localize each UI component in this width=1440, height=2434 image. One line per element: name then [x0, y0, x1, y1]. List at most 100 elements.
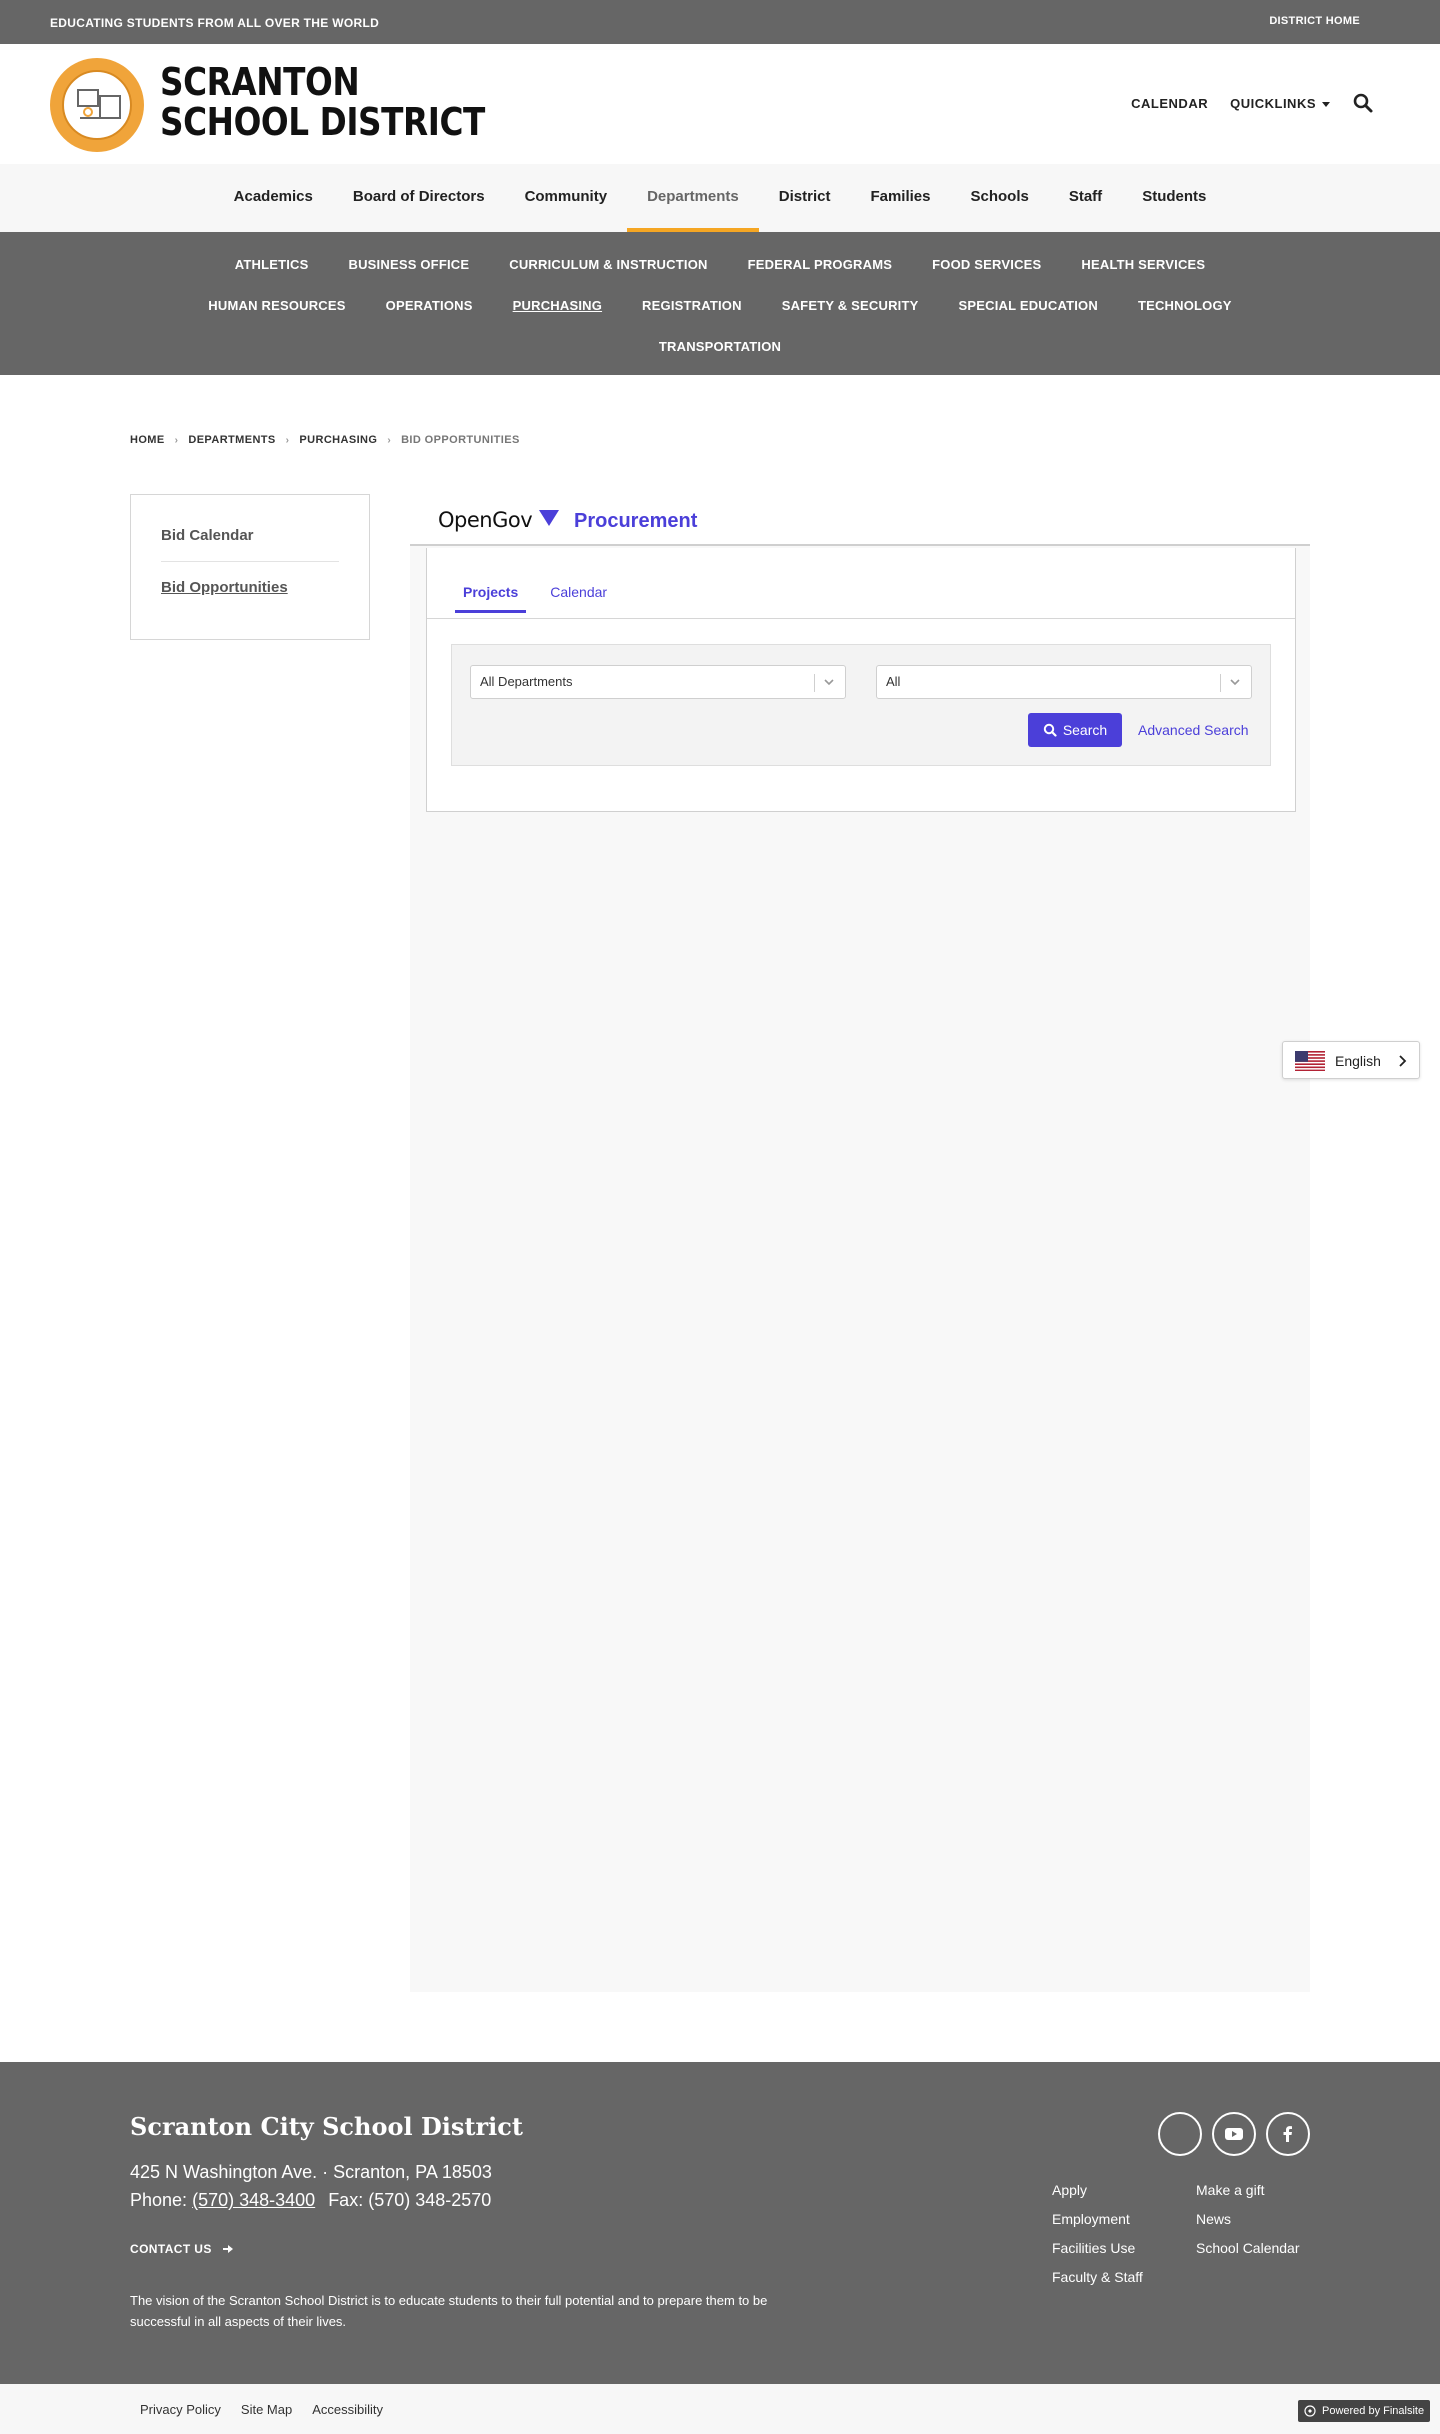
subnav-item-technology[interactable]: TECHNOLOGY: [1138, 285, 1232, 326]
contact-us-link[interactable]: CONTACT US: [130, 2242, 234, 2256]
nav-item-staff[interactable]: Staff: [1049, 164, 1122, 232]
breadcrumb-departments[interactable]: DEPARTMENTS: [188, 434, 275, 446]
powered-by-label: Powered by Finalsite: [1322, 2405, 1425, 2417]
tab-calendar[interactable]: Calendar: [542, 584, 615, 613]
tabs-divider: [427, 618, 1295, 619]
wordmark-line-2: SCHOOL DISTRICT: [160, 100, 485, 144]
facebook-link[interactable]: [1266, 2112, 1310, 2156]
chevron-down-icon: [824, 679, 834, 686]
footer-link-make-a-gift[interactable]: Make a gift: [1196, 2182, 1264, 2198]
calendar-link[interactable]: CALENDAR: [1131, 96, 1208, 111]
opengov-header: OpenGov Procurement: [410, 494, 1310, 546]
quicklinks-dropdown[interactable]: QUICKLINKS: [1230, 96, 1330, 111]
vision-statement: The vision of the Scranton School Distri…: [130, 2293, 768, 2329]
search-button-label: Search: [1062, 722, 1108, 738]
search-icon: [1043, 723, 1057, 737]
wordmark-line-1: SCRANTON: [160, 60, 360, 104]
breadcrumb-current: BID OPPORTUNITIES: [401, 434, 520, 446]
site-header: SCRANTON SCHOOL DISTRICT CALENDAR QUICKL…: [0, 44, 1440, 164]
chevron-right-icon: ›: [387, 434, 392, 446]
tab-projects[interactable]: Projects: [455, 584, 527, 613]
nav-item-academics[interactable]: Academics: [214, 164, 333, 232]
site-footer: Scranton City School District 425 N Wash…: [0, 2062, 1440, 2384]
subnav-item-athletics[interactable]: ATHLETICS: [235, 244, 309, 285]
powered-by-finalsite-badge[interactable]: Powered by Finalsite: [1298, 2400, 1430, 2422]
footer-links-column-2: Make a gift News School Calendar: [1196, 2182, 1300, 2269]
procurement-panel: Projects Calendar All Departments All Se…: [426, 548, 1296, 812]
subnav-item-special-education[interactable]: SPECIAL EDUCATION: [959, 285, 1098, 326]
chevron-right-icon: ›: [285, 434, 290, 446]
footer-district-name: Scranton City School District: [130, 2112, 523, 2141]
footer-links-column-1: Apply Employment Facilities Use Faculty …: [1052, 2182, 1143, 2298]
subnav-item-federal-programs[interactable]: FEDERAL PROGRAMS: [748, 244, 893, 285]
subnav-item-transportation[interactable]: TRANSPORTATION: [659, 326, 781, 367]
subnav-item-food-services[interactable]: FOOD SERVICES: [932, 244, 1041, 285]
phone-link[interactable]: (570) 348-3400: [192, 2190, 315, 2210]
search-icon[interactable]: [1352, 92, 1374, 114]
footer-link-faculty-staff[interactable]: Faculty & Staff: [1052, 2269, 1143, 2285]
youtube-link[interactable]: [1212, 2112, 1256, 2156]
subnav-item-health-services[interactable]: HEALTH SERVICES: [1081, 244, 1205, 285]
footer-address: 425 N Washington Ave. · Scranton, PA 185…: [130, 2162, 492, 2182]
section-sidebar: Bid Calendar Bid Opportunities: [130, 494, 370, 640]
sidebar-item-bid-calendar[interactable]: Bid Calendar: [161, 527, 254, 544]
nav-item-board-of-directors[interactable]: Board of Directors: [333, 164, 505, 232]
us-flag-icon: [1295, 1051, 1325, 1071]
nav-item-district[interactable]: District: [759, 164, 851, 232]
subnav-item-registration[interactable]: REGISTRATION: [642, 285, 742, 326]
breadcrumb-purchasing[interactable]: PURCHASING: [299, 434, 377, 446]
subnav-item-safety-security[interactable]: SAFETY & SECURITY: [782, 285, 919, 326]
footer-link-facilities-use[interactable]: Facilities Use: [1052, 2240, 1135, 2256]
nav-item-community[interactable]: Community: [505, 164, 628, 232]
select-separator: [1220, 674, 1221, 692]
footer-link-school-calendar[interactable]: School Calendar: [1196, 2240, 1300, 2256]
search-filters: All Departments All Search Advanced Sear…: [451, 644, 1271, 766]
footer-phone-fax: Phone: (570) 348-3400 Fax: (570) 348-257…: [130, 2190, 491, 2211]
footer-link-employment[interactable]: Employment: [1052, 2211, 1130, 2227]
subnav-item-business-office[interactable]: BUSINESS OFFICE: [349, 244, 470, 285]
district-seal-logo[interactable]: [50, 58, 144, 152]
fax-number: Fax: (570) 348-2570: [328, 2190, 492, 2210]
search-button[interactable]: Search: [1028, 713, 1122, 747]
breadcrumb-home[interactable]: HOME: [130, 434, 165, 446]
status-select[interactable]: All: [876, 665, 1252, 699]
subnav-item-purchasing[interactable]: PURCHASING: [513, 285, 602, 326]
district-home-link[interactable]: DISTRICT HOME: [1269, 15, 1360, 27]
arrow-right-icon: [222, 2245, 233, 2253]
quicklinks-label: QUICKLINKS: [1230, 96, 1316, 111]
subnav-item-human-resources[interactable]: HUMAN RESOURCES: [208, 285, 345, 326]
sidebar-item-bid-opportunities[interactable]: Bid Opportunities: [161, 579, 288, 596]
subnav-item-operations[interactable]: OPERATIONS: [386, 285, 473, 326]
advanced-search-link[interactable]: Advanced Search: [1138, 722, 1249, 738]
department-select[interactable]: All Departments: [470, 665, 846, 699]
accessibility-link[interactable]: Accessibility: [312, 2402, 383, 2417]
main-navigation: Academics Board of Directors Community D…: [0, 164, 1440, 236]
privacy-policy-link[interactable]: Privacy Policy: [140, 2402, 221, 2417]
language-selector[interactable]: English: [1282, 1041, 1420, 1079]
nav-item-families[interactable]: Families: [850, 164, 950, 232]
status-select-value: All: [886, 674, 901, 689]
nav-item-schools[interactable]: Schools: [950, 164, 1048, 232]
facebook-icon: [1283, 2126, 1292, 2142]
chevron-right-icon: [1399, 1055, 1407, 1067]
footer-link-apply[interactable]: Apply: [1052, 2182, 1087, 2198]
district-wordmark[interactable]: SCRANTON SCHOOL DISTRICT: [160, 62, 485, 142]
contact-us-label: CONTACT US: [130, 2242, 212, 2256]
subnav-row-2: HUMAN RESOURCES OPERATIONS PURCHASING RE…: [0, 285, 1440, 326]
embedded-procurement-portal: OpenGov Procurement Projects Calendar Al…: [410, 494, 1310, 1992]
finalsite-logo-icon: [1304, 2405, 1316, 2417]
nav-item-students[interactable]: Students: [1122, 164, 1226, 232]
nav-item-departments[interactable]: Departments: [627, 164, 759, 236]
youtube-icon: [1225, 2128, 1243, 2140]
opengov-product: Procurement: [574, 510, 698, 532]
footer-link-news[interactable]: News: [1196, 2211, 1231, 2227]
sidebar-divider: [161, 561, 339, 562]
subnav-item-curriculum[interactable]: CURRICULUM & INSTRUCTION: [509, 244, 707, 285]
seal-emblem-icon: [77, 89, 121, 119]
site-map-link[interactable]: Site Map: [241, 2402, 292, 2417]
social-link-empty[interactable]: [1158, 2112, 1202, 2156]
procurement-tabs: Projects Calendar: [455, 584, 615, 613]
chevron-right-icon: ›: [174, 434, 179, 446]
legal-links: Privacy Policy Site Map Accessibility: [140, 2402, 383, 2417]
site-tagline: EDUCATING STUDENTS FROM ALL OVER THE WOR…: [50, 16, 380, 30]
